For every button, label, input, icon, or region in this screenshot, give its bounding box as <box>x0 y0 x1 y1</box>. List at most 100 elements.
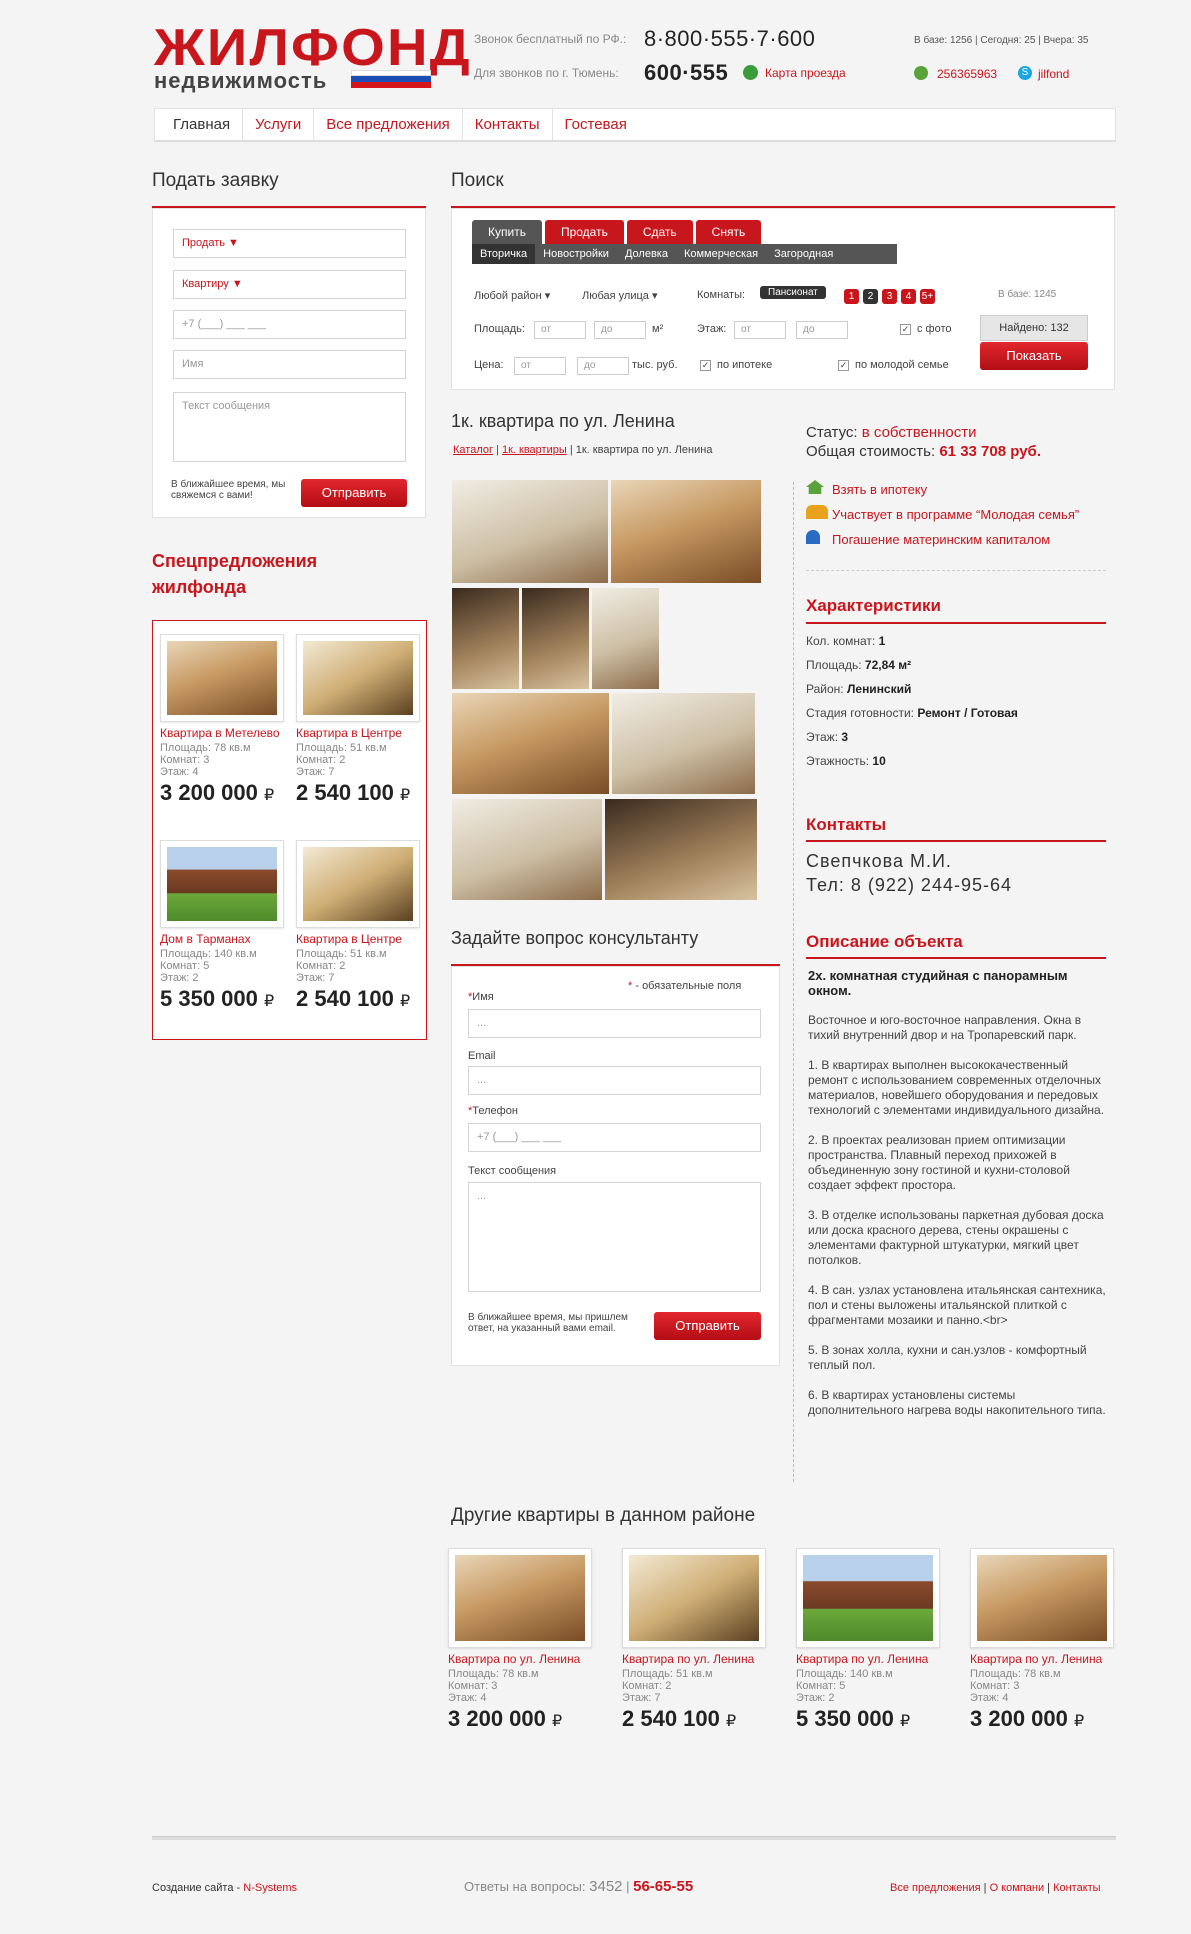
tab-rent-out[interactable]: Сдать <box>626 220 693 244</box>
area-from[interactable]: от <box>534 321 586 339</box>
char-row: Площадь: 72,84 м² <box>806 658 912 672</box>
other-thumb[interactable] <box>448 1548 592 1648</box>
special-thumb[interactable] <box>296 634 420 722</box>
gallery-photo[interactable] <box>452 588 519 689</box>
special-title[interactable]: Квартира в Центре <box>296 932 424 946</box>
subtab-new[interactable]: Новостройки <box>535 244 617 264</box>
nav-offers[interactable]: Все предложения <box>314 109 463 141</box>
special-title[interactable]: Квартира в Метелево <box>160 726 288 740</box>
nav-services[interactable]: Услуги <box>243 109 315 141</box>
name-input[interactable]: Имя <box>173 350 406 379</box>
room-3[interactable]: 3 <box>882 289 897 304</box>
local-phone: 600·555 <box>644 60 729 85</box>
special-title[interactable]: Квартира в Центре <box>296 726 424 740</box>
room-1[interactable]: 1 <box>844 289 859 304</box>
other-title[interactable]: Квартира по ул. Ленина <box>970 1652 1115 1666</box>
q-phone-input[interactable]: +7 (___) ___ ___ <box>468 1123 761 1152</box>
type-select[interactable]: Квартиру ▼ <box>173 270 406 299</box>
footer-link-contacts[interactable]: Контакты <box>1053 1882 1101 1894</box>
special-thumb[interactable] <box>160 634 284 722</box>
other-thumb[interactable] <box>796 1548 940 1648</box>
gallery-photo[interactable] <box>452 480 608 583</box>
other-thumb[interactable] <box>970 1548 1114 1648</box>
q-email-input[interactable]: ... <box>468 1066 761 1095</box>
footer-link-about[interactable]: О компани <box>990 1882 1045 1894</box>
footer-credit: Создание сайта - N-Systems <box>152 1882 298 1894</box>
room-2[interactable]: 2 <box>863 289 878 304</box>
district-select[interactable]: Любой район ▾ <box>474 289 550 302</box>
special-card[interactable]: Квартира в Центре Площадь: 51 кв.м Комна… <box>296 634 424 806</box>
action-select[interactable]: Продать ▼ <box>173 229 406 258</box>
gallery-photo[interactable] <box>522 588 589 689</box>
skype-name[interactable]: jilfond <box>1038 67 1069 81</box>
floor-from[interactable]: от <box>734 321 786 339</box>
gallery-photo[interactable] <box>611 480 761 583</box>
photo-checkbox[interactable]: ✓ с фото <box>900 323 952 335</box>
young-family-link[interactable]: Участвует в программе “Молодая семья” <box>832 507 1079 522</box>
price-to[interactable]: до <box>577 357 629 375</box>
subtab-commercial[interactable]: Коммерческая <box>676 244 766 264</box>
other-thumb[interactable] <box>622 1548 766 1648</box>
nav-home[interactable]: Главная <box>155 109 244 141</box>
street-select[interactable]: Любая улица ▾ <box>582 289 657 302</box>
special-card[interactable]: Квартира в Метелево Площадь: 78 кв.м Ком… <box>160 634 288 806</box>
subtab-secondary[interactable]: Вторичка <box>472 244 536 264</box>
message-textarea[interactable]: Текст сообщения <box>173 392 406 462</box>
footer-nsystems-link[interactable]: N-Systems <box>243 1882 297 1894</box>
rooms-pension[interactable]: Пансионат <box>760 286 826 299</box>
footer-link-offers[interactable]: Все предложения <box>890 1882 981 1894</box>
subtab-share[interactable]: Долевка <box>617 244 676 264</box>
special-card[interactable]: Квартира в Центре Площадь: 51 кв.м Комна… <box>296 840 424 1012</box>
price-from[interactable]: от <box>514 357 566 375</box>
icq-number[interactable]: 256365963 <box>937 67 997 81</box>
other-title[interactable]: Квартира по ул. Ленина <box>448 1652 593 1666</box>
mortgage-checkbox[interactable]: ✓ по ипотеке <box>700 359 772 371</box>
q-name-input[interactable]: ... <box>468 1009 761 1038</box>
special-thumb[interactable] <box>160 840 284 928</box>
nav-contacts[interactable]: Контакты <box>463 109 553 141</box>
question-submit-button[interactable]: Отправить <box>654 1312 761 1340</box>
maternity-capital-link[interactable]: Погашение материнским капиталом <box>832 532 1050 547</box>
request-submit-button[interactable]: Отправить <box>301 479 407 507</box>
house-icon <box>806 480 824 494</box>
phone-input[interactable]: +7 (___) ___ ___ <box>173 310 406 339</box>
gallery-photo[interactable] <box>592 588 659 689</box>
special-card[interactable]: Дом в Тарманах Площадь: 140 кв.м Комнат:… <box>160 840 288 1012</box>
other-price: 5 350 000 ₽ <box>796 1706 911 1731</box>
special-area: Площадь: 78 кв.м <box>160 742 251 754</box>
subtab-country[interactable]: Загородная <box>766 244 841 264</box>
young-family-checkbox[interactable]: ✓ по молодой семье <box>838 359 949 371</box>
tab-rent[interactable]: Снять <box>695 220 762 244</box>
gallery-photo[interactable] <box>612 693 755 794</box>
other-card[interactable]: Квартира по ул. Ленина Площадь: 51 кв.м … <box>622 1548 767 1732</box>
special-thumb[interactable] <box>296 840 420 928</box>
nav-guestbook[interactable]: Гостевая <box>553 109 639 141</box>
room-5[interactable]: 5+ <box>920 289 935 304</box>
breadcrumb-catalog[interactable]: Каталог <box>453 444 493 456</box>
tab-buy[interactable]: Купить <box>472 220 542 244</box>
required-note: * - обязательные поля <box>628 980 742 992</box>
other-title[interactable]: Квартира по ул. Ленина <box>622 1652 767 1666</box>
other-card[interactable]: Квартира по ул. Ленина Площадь: 78 кв.м … <box>970 1548 1115 1732</box>
mortgage-link[interactable]: Взять в ипотеку <box>832 482 927 497</box>
tab-sell[interactable]: Продать <box>544 220 624 244</box>
other-title[interactable]: Квартира по ул. Ленина <box>796 1652 941 1666</box>
gallery-photo[interactable] <box>605 799 757 900</box>
search-show-button[interactable]: Показать <box>980 342 1088 370</box>
breadcrumb-1k[interactable]: 1к. квартиры <box>502 444 567 456</box>
q-phone-label: *Телефон <box>468 1105 518 1117</box>
contact-phone: Тел: 8 (922) 244-95-64 <box>806 875 1012 895</box>
other-card[interactable]: Квартира по ул. Ленина Площадь: 140 кв.м… <box>796 1548 941 1732</box>
other-card[interactable]: Квартира по ул. Ленина Площадь: 78 кв.м … <box>448 1548 593 1732</box>
room-4[interactable]: 4 <box>901 289 916 304</box>
special-rooms: Комнат: 2 <box>296 754 346 766</box>
map-link[interactable]: Карта проезда <box>765 66 846 80</box>
footer-phone: Ответы на вопросы: 3452 | 56-65-55 <box>464 1878 694 1895</box>
area-to[interactable]: до <box>594 321 646 339</box>
special-title[interactable]: Дом в Тарманах <box>160 932 288 946</box>
gallery-photo[interactable] <box>452 799 602 900</box>
gallery-photo[interactable] <box>452 693 609 794</box>
floor-to[interactable]: до <box>796 321 848 339</box>
q-msg-textarea[interactable]: ... <box>468 1182 761 1292</box>
logo-title[interactable]: ЖИЛФОНД <box>154 22 472 74</box>
